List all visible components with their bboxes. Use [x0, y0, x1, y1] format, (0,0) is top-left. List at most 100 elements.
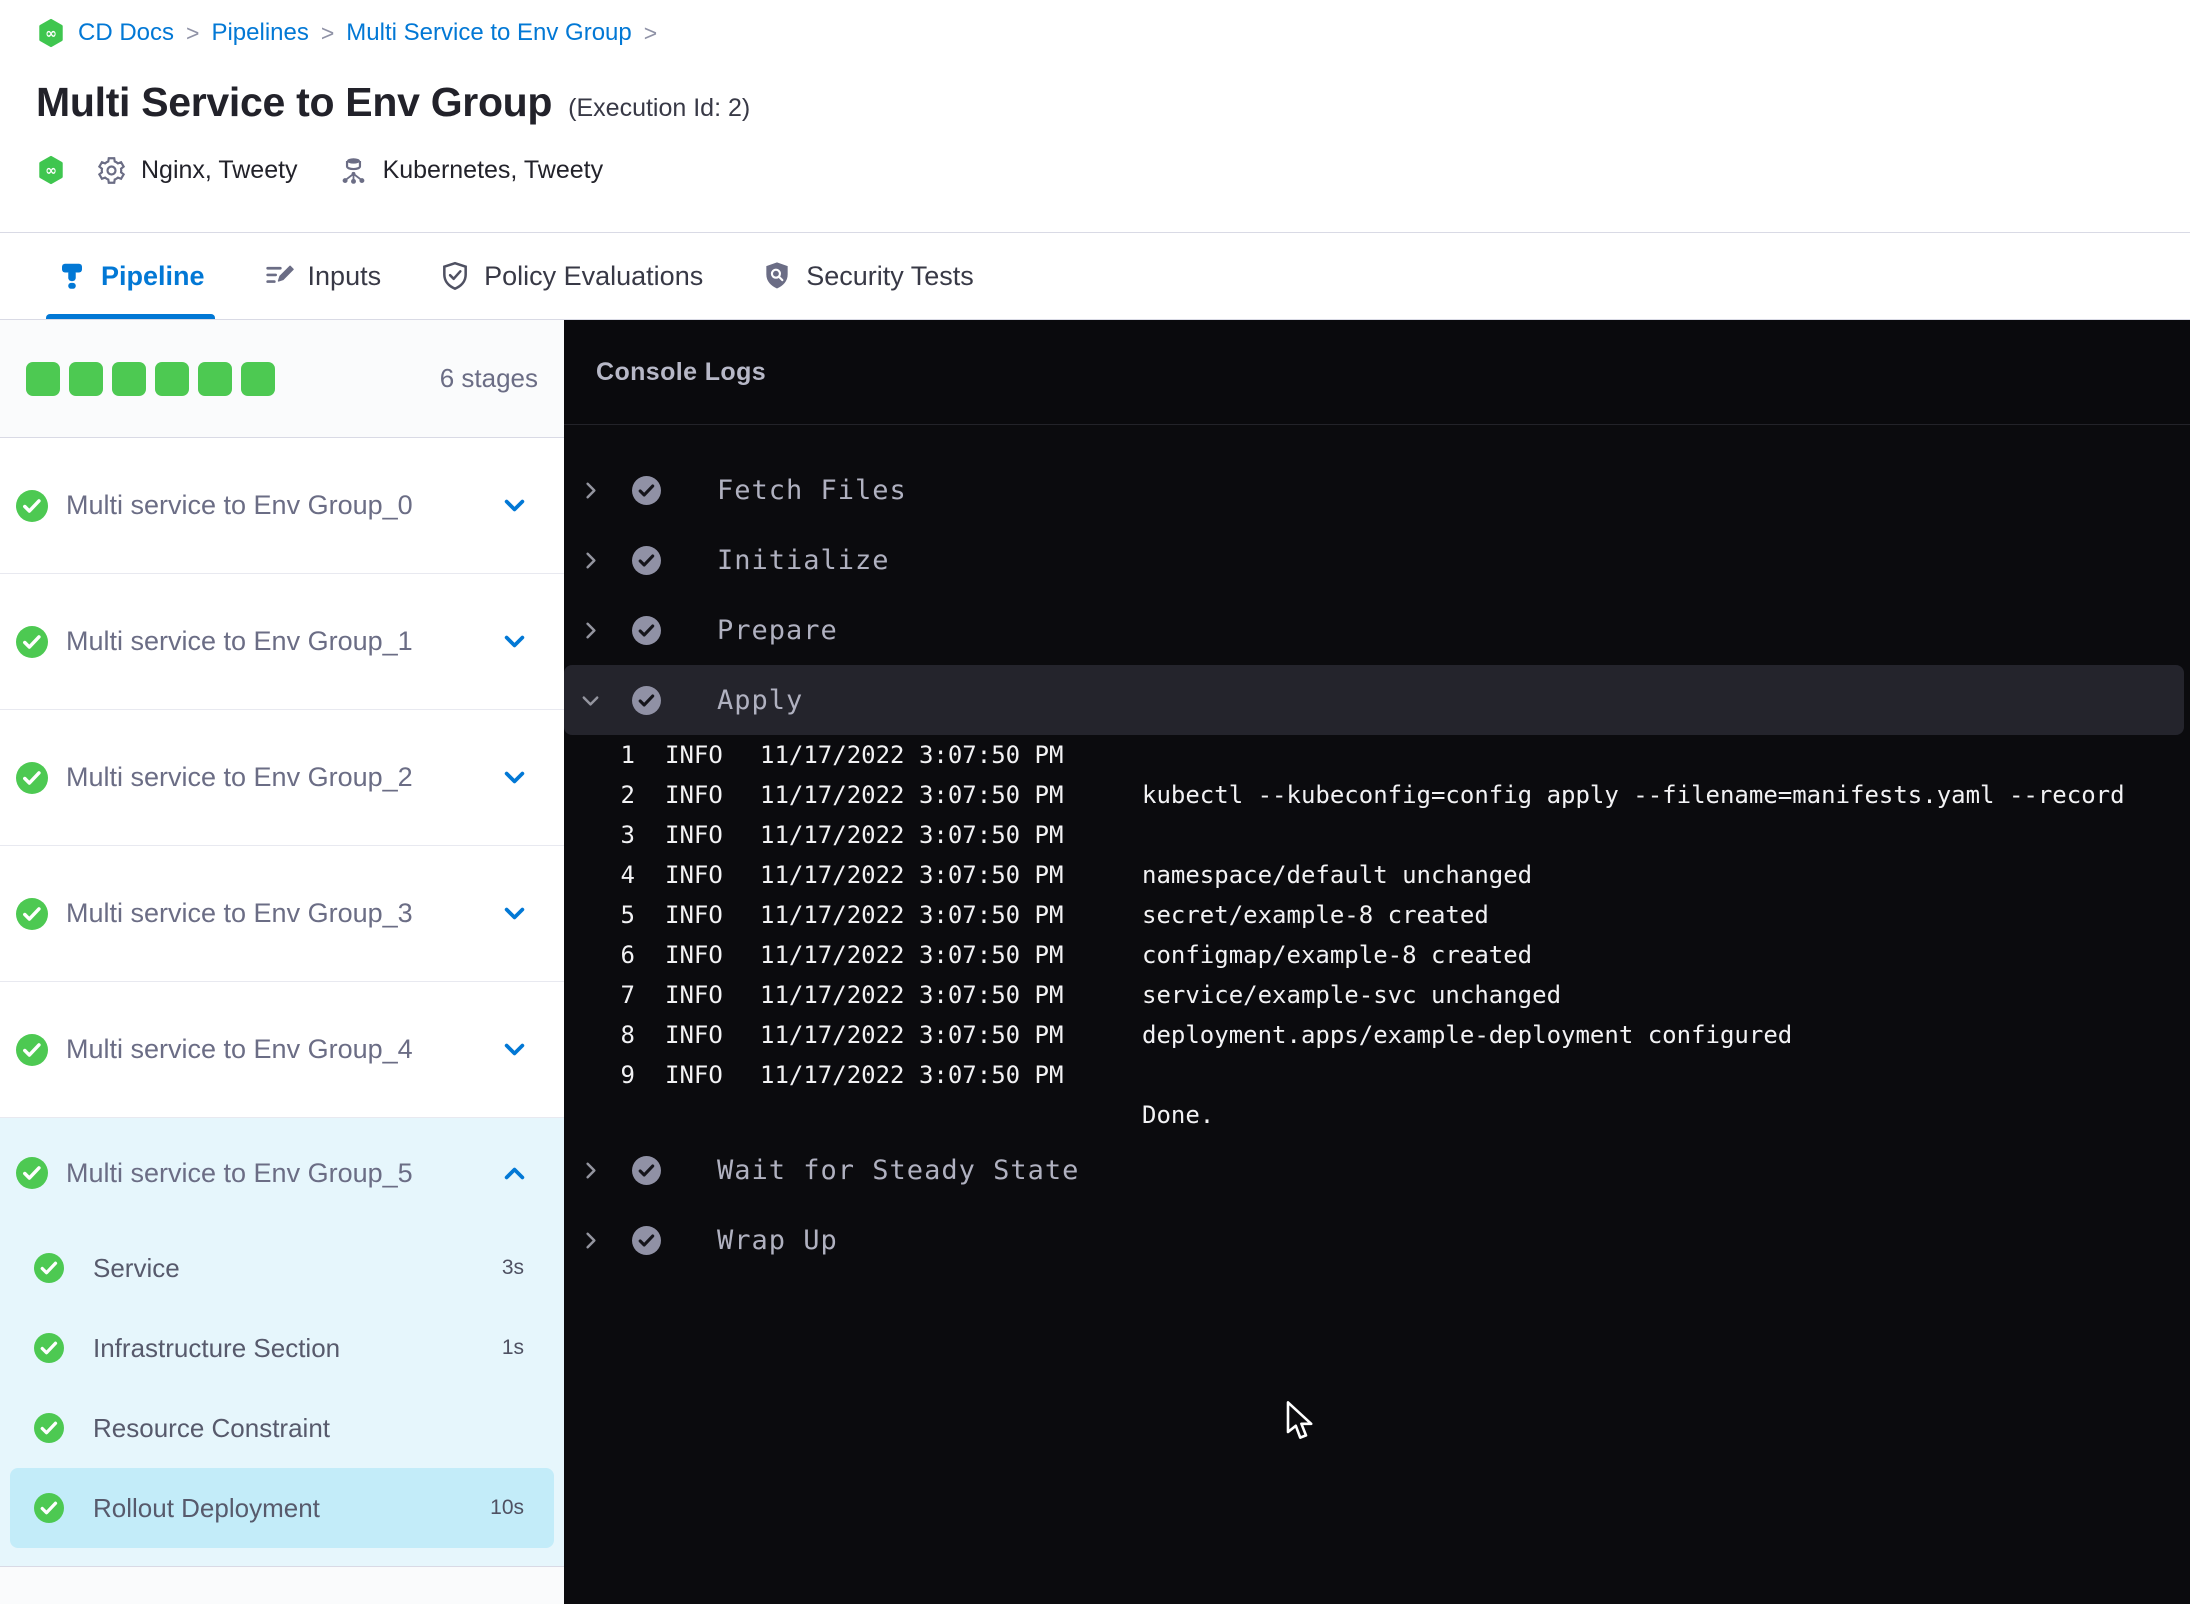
tab-label: Pipeline [101, 260, 205, 291]
success-check-icon [16, 1157, 48, 1189]
stage-row[interactable]: Multi service to Env Group_0 [0, 438, 564, 574]
console-log-line: 8 INFO 11/17/2022 3:07:50 PM deployment.app… [564, 1015, 2190, 1055]
stage-step-row[interactable]: Service 3s [0, 1228, 564, 1308]
stage-label: Multi service to Env Group_3 [66, 898, 413, 928]
stage-progress-square [112, 361, 146, 396]
breadcrumb-link[interactable]: CD Docs [78, 19, 174, 47]
log-line-number: 3 [620, 821, 635, 849]
chevron-down-icon[interactable] [501, 900, 528, 927]
console-check-icon [632, 615, 661, 645]
log-message: deployment.apps/example-deployment confi… [1142, 1021, 1793, 1049]
chevron-right-gray-icon[interactable] [578, 479, 602, 502]
step-label: Resource Constraint [93, 1412, 330, 1443]
tab-security-tests[interactable]: Security Tests [761, 233, 974, 319]
console-log-line: 5 INFO 11/17/2022 3:07:50 PM secret/example… [564, 895, 2190, 935]
console-log-line: Done. [564, 1095, 2190, 1135]
log-timestamp: 11/17/2022 3:07:50 PM [760, 901, 1064, 929]
gear-icon [96, 155, 127, 186]
stage-label: Multi service to Env Group_2 [66, 762, 413, 792]
log-timestamp: 11/17/2022 3:07:50 PM [760, 741, 1064, 769]
step-label: Rollout Deployment [93, 1492, 320, 1523]
stage-label: Multi service to Env Group_1 [66, 626, 413, 656]
console-check-icon [632, 475, 661, 505]
stage-row[interactable]: Multi service to Env Group_2 [0, 710, 564, 846]
stage-row[interactable]: Multi service to Env Group_1 [0, 574, 564, 710]
log-line-number: 8 [620, 1021, 635, 1049]
stage-list: Multi service to Env Group_0 Multi servic… [0, 438, 564, 1567]
tab-label: Security Tests [806, 260, 974, 291]
log-timestamp: 11/17/2022 3:07:50 PM [760, 1061, 1064, 1089]
stage-row[interactable]: Multi service to Env Group_5 [0, 1118, 564, 1228]
chevron-right-gray-icon[interactable] [578, 1159, 602, 1182]
chevron-down-icon[interactable] [501, 764, 528, 791]
tab-inputs[interactable]: Inputs [263, 233, 381, 319]
chevron-right-gray-icon[interactable] [578, 549, 602, 572]
page-title: Multi Service to Env Group [36, 79, 553, 125]
console-step-row[interactable]: Apply [564, 665, 2184, 735]
console-step-label: Initialize [717, 544, 890, 576]
chevron-down-gray-icon[interactable] [578, 689, 602, 712]
stages-count-label: 6 stages [439, 363, 538, 393]
success-check-icon [16, 625, 48, 658]
svg-text:∞: ∞ [45, 163, 57, 179]
breadcrumb-separator-icon: > [643, 19, 658, 46]
step-label: Infrastructure Section [93, 1332, 341, 1363]
console-step-row[interactable]: Wait for Steady State [564, 1135, 2190, 1205]
log-level: INFO [665, 1021, 723, 1049]
chevron-up-icon[interactable] [501, 1160, 528, 1187]
log-level: INFO [665, 861, 723, 889]
stage-row[interactable]: Multi service to Env Group_4 [0, 982, 564, 1118]
log-level: INFO [665, 981, 723, 1009]
console-step-row[interactable]: Initialize [564, 525, 2190, 595]
log-timestamp: 11/17/2022 3:07:50 PM [760, 941, 1064, 969]
console-step-row[interactable]: Prepare [564, 595, 2190, 665]
console-step-row[interactable]: Wrap Up [564, 1205, 2190, 1275]
tab-policy-evaluations[interactable]: Policy Evaluations [439, 233, 703, 319]
success-check-icon [16, 897, 48, 930]
success-check-icon [34, 1253, 64, 1283]
success-check-icon [16, 1033, 48, 1066]
stage-step-row[interactable]: Infrastructure Section 1s [0, 1308, 564, 1388]
log-timestamp: 11/17/2022 3:07:50 PM [760, 861, 1064, 889]
breadcrumb: ∞ CD Docs > Pipelines > Multi Service to Env … [36, 16, 2190, 50]
sidebar-filler [0, 1567, 564, 1604]
security-shield-search-icon [761, 260, 793, 292]
console-logs-panel: Console Logs Fetch Files Initialize Prepar… [564, 320, 2190, 1604]
breadcrumb-link[interactable]: Multi Service to Env Group [346, 19, 631, 47]
step-label: Service [93, 1252, 180, 1283]
console-step-row[interactable]: Fetch Files [564, 455, 2190, 525]
success-check-icon [34, 1413, 64, 1443]
tab-bar: Pipeline Inputs Policy Evaluations Security… [0, 232, 2190, 320]
success-check-icon [34, 1493, 64, 1523]
services-row: ∞ Nginx, Tweety Kubernetes, Tweety [36, 152, 2190, 188]
console-step-label: Wait for Steady State [717, 1154, 1080, 1186]
log-line-number: 4 [620, 861, 635, 889]
chevron-down-icon[interactable] [501, 628, 528, 655]
stage-step-row[interactable]: Resource Constraint [0, 1388, 564, 1468]
log-message: secret/example-8 created [1142, 901, 1489, 929]
tab-pipeline[interactable]: Pipeline [46, 233, 215, 319]
log-timestamp: 11/17/2022 3:07:50 PM [760, 781, 1064, 809]
log-level: INFO [665, 941, 723, 969]
stage-progress-squares [26, 361, 275, 396]
console-logs-title: Console Logs [596, 357, 767, 386]
log-level: INFO [665, 821, 723, 849]
stage-row[interactable]: Multi service to Env Group_3 [0, 846, 564, 982]
chevron-right-gray-icon[interactable] [578, 619, 602, 642]
stage-progress-square [155, 361, 189, 396]
console-step-label: Apply [717, 684, 804, 716]
stage-label: Multi service to Env Group_4 [66, 1034, 413, 1064]
stage-progress-square [241, 361, 275, 396]
stages-sidebar: 6 stages Multi service to Env Group_0 Mul… [0, 320, 564, 1604]
log-level: INFO [665, 741, 723, 769]
chevron-right-gray-icon[interactable] [578, 1229, 602, 1252]
log-line-number: 7 [620, 981, 635, 1009]
console-check-icon [632, 1155, 661, 1185]
chevron-down-icon[interactable] [501, 1036, 528, 1063]
expanded-stage-section: Multi service to Env Group_5 Service 3s Inf… [0, 1118, 564, 1567]
chevron-down-icon[interactable] [501, 492, 528, 519]
stage-step-row[interactable]: Rollout Deployment 10s [10, 1468, 554, 1548]
breadcrumb-link[interactable]: Pipelines [211, 19, 308, 47]
console-log-line: 6 INFO 11/17/2022 3:07:50 PM configmap/exam… [564, 935, 2190, 975]
infrastructure-label: Kubernetes, Tweety [382, 155, 604, 184]
